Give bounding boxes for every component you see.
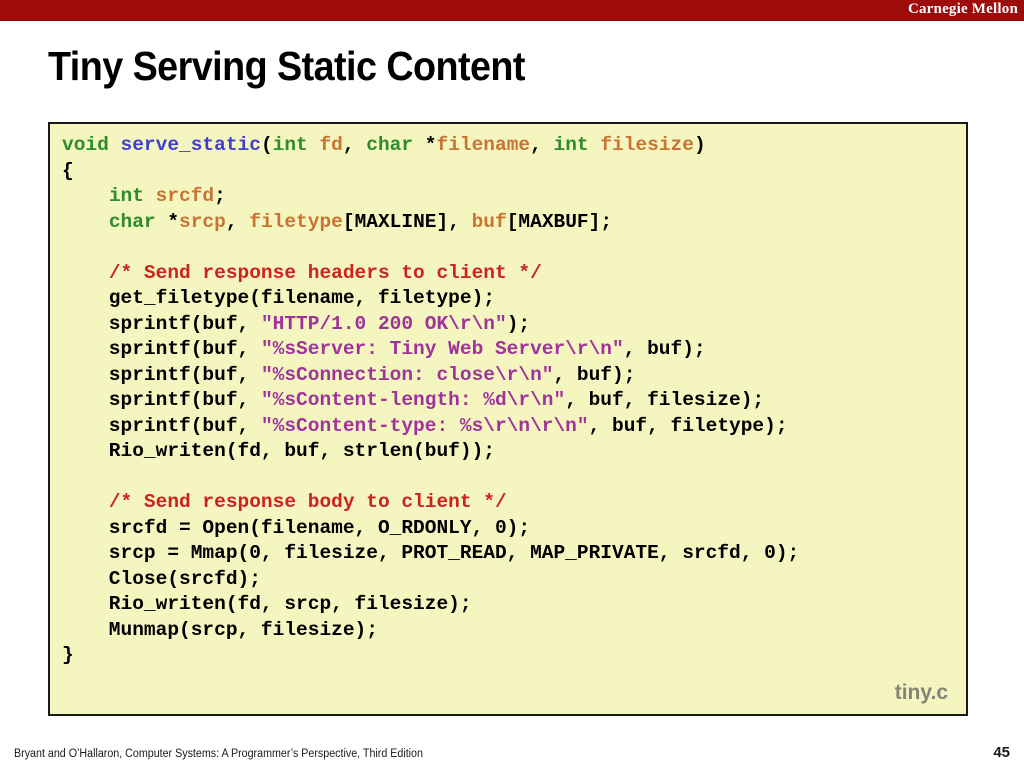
code-token-plain: sprintf(buf,	[62, 363, 261, 386]
code-token-type: int	[272, 134, 320, 156]
code-token-plain: )	[693, 134, 706, 156]
code-token-plain: ,	[530, 134, 554, 156]
code-token-plain: srcp = Mmap(0, filesize, PROT_READ, MAP_…	[62, 542, 800, 564]
footer-page-number: 45	[993, 744, 1010, 761]
code-token-plain: Rio_writen(fd, srcp, filesize);	[62, 593, 472, 615]
code-token-plain: , buf);	[623, 338, 706, 360]
code-line: Rio_writen(fd, buf, strlen(buf));	[62, 439, 958, 465]
code-token-type: char	[108, 210, 168, 233]
code-token-type: int	[108, 185, 156, 207]
code-token-var: filename	[436, 134, 531, 156]
code-token-string: "%sConnection: close\r\n"	[260, 363, 554, 386]
code-token-plain: Rio_writen(fd, buf, strlen(buf));	[62, 440, 495, 462]
code-token-plain: sprintf(buf,	[62, 414, 261, 437]
code-token-var: fd	[319, 134, 343, 156]
page-title: Tiny Serving Static Content	[48, 43, 525, 89]
code-token-plain: ;	[214, 185, 226, 207]
code-line: /* Send response body to client */	[62, 490, 958, 516]
source-file-label: tiny.c	[894, 681, 948, 704]
code-token-string: "HTTP/1.0 200 OK\r\n"	[260, 312, 507, 335]
code-token-plain: ,	[225, 210, 250, 233]
code-line: Rio_writen(fd, srcp, filesize);	[62, 592, 958, 618]
code-token-plain: [MAXLINE],	[342, 210, 472, 233]
code-token-var: srcfd	[155, 185, 215, 207]
code-token-plain: [MAXBUF];	[506, 210, 613, 233]
code-token-plain: , buf);	[553, 363, 636, 386]
code-line: /* Send response headers to client */	[62, 261, 958, 287]
code-line: srcp = Mmap(0, filesize, PROT_READ, MAP_…	[62, 541, 958, 567]
code-line: sprintf(buf, "%sServer: Tiny Web Server\…	[62, 337, 958, 363]
code-line: Close(srcfd);	[62, 567, 958, 593]
code-token-plain: sprintf(buf,	[62, 338, 261, 360]
code-token-plain: get_filetype(filename, filetype);	[62, 287, 495, 309]
code-token-plain: Close(srcfd);	[62, 567, 261, 590]
code-line: {	[62, 159, 958, 185]
code-token-fname: serve_static	[120, 134, 261, 156]
code-token-plain: , buf, filetype);	[588, 414, 788, 437]
code-line: char *srcp, filetype[MAXLINE], buf[MAXBU…	[62, 210, 958, 236]
code-token-type: char	[366, 134, 425, 156]
code-line: sprintf(buf, "%sContent-type: %s\r\n\r\n…	[62, 414, 958, 440]
code-token-comment: /* Send response body to client */	[108, 491, 507, 513]
code-token-var: srcp	[179, 210, 226, 233]
code-token-plain: (	[260, 134, 273, 156]
code-token-plain: , buf, filesize);	[565, 389, 765, 411]
code-token-string: "%sServer: Tiny Web Server\r\n"	[260, 338, 624, 360]
code-token-comment: /* Send response headers to client */	[108, 261, 542, 284]
code-token-plain: sprintf(buf,	[62, 389, 261, 411]
code-line: get_filetype(filename, filetype);	[62, 286, 958, 312]
code-listing: void serve_static(int fd, char *filename…	[62, 133, 958, 669]
code-panel: void serve_static(int fd, char *filename…	[48, 122, 968, 716]
code-token-plain: Munmap(srcp, filesize);	[62, 618, 378, 641]
code-line: srcfd = Open(filename, O_RDONLY, 0);	[62, 516, 958, 542]
code-line: Munmap(srcp, filesize);	[62, 618, 958, 644]
code-line: sprintf(buf, "HTTP/1.0 200 OK\r\n");	[62, 312, 958, 338]
code-line: }	[62, 643, 958, 669]
code-token-var: filesize	[600, 134, 694, 156]
carnegie-mellon-brand-label: Carnegie Mellon	[907, 1, 1018, 17]
code-token-plain: *	[424, 134, 437, 156]
code-token-type: int	[553, 134, 601, 156]
code-token-plain: ,	[342, 134, 367, 156]
code-line: void serve_static(int fd, char *filename…	[62, 133, 958, 159]
code-token-var: buf	[471, 210, 507, 233]
code-token-var: filetype	[249, 210, 343, 233]
code-token-plain: );	[506, 312, 531, 335]
code-token-type: void	[62, 134, 121, 156]
code-token-plain: *	[167, 210, 180, 233]
code-line: sprintf(buf, "%sContent-length: %d\r\n",…	[62, 388, 958, 414]
code-line: int srcfd;	[62, 184, 958, 210]
code-line: sprintf(buf, "%sConnection: close\r\n", …	[62, 363, 958, 389]
footer-attribution: Bryant and O’Hallaron, Computer Systems:…	[14, 748, 423, 760]
top-banner: Carnegie Mellon	[0, 0, 1024, 21]
code-token-string: "%sContent-type: %s\r\n\r\n"	[260, 414, 589, 437]
code-token-plain: }	[62, 644, 74, 666]
code-token-string: "%sContent-length: %d\r\n"	[260, 389, 566, 411]
code-token-plain: srcfd = Open(filename, O_RDONLY, 0);	[62, 516, 531, 539]
code-token-plain: {	[62, 159, 74, 182]
code-token-plain: sprintf(buf,	[62, 312, 261, 335]
